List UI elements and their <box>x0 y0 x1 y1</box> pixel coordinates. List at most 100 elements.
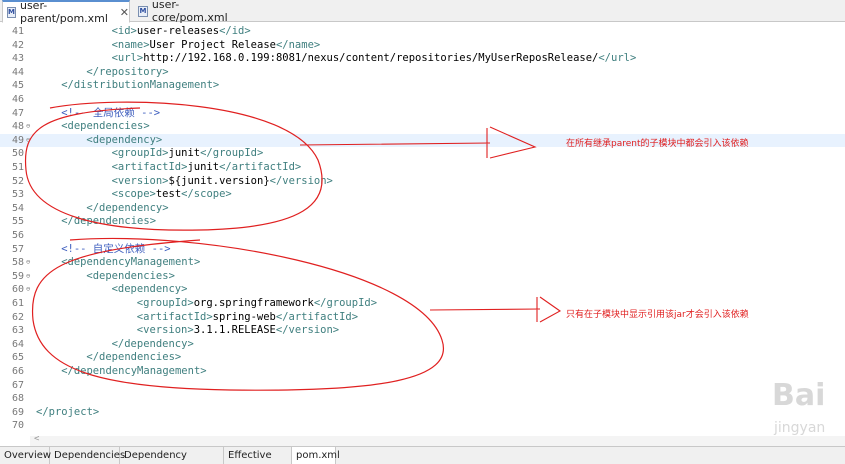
fold-toggle-icon[interactable]: ⊖ <box>26 256 30 270</box>
xml-tag: <groupId> <box>111 147 169 160</box>
code-line[interactable]: 55 </dependencies> <box>0 215 845 229</box>
code-line[interactable]: 59 ⊖ <dependencies> <box>0 270 845 284</box>
line-number: 68 <box>11 393 24 405</box>
code-text: </dependencies> <box>61 215 156 229</box>
code-text: <name>User Project Release</name> <box>112 39 321 53</box>
xml-value: user-releases <box>136 25 220 37</box>
xml-tag: </version> <box>275 324 340 337</box>
code-line[interactable]: 41 <id>user-releases</id> <box>0 25 845 39</box>
baidu-watermark-logo: Bai <box>772 378 826 413</box>
tab-effective-pom[interactable]: Effective POM <box>224 447 292 464</box>
baidu-watermark-text: jingyan <box>774 420 826 436</box>
tab-dependency-hierarchy[interactable]: Dependency Hierarchy <box>120 447 224 464</box>
tab-overview[interactable]: Overview <box>0 447 51 464</box>
code-text: <version>${junit.version}</version> <box>112 175 333 189</box>
line-number: 43 <box>11 53 24 65</box>
annotation-note-global: 在所有继承parent的子模块中都会引入该依赖 <box>566 139 749 149</box>
xml-tag: </dependency> <box>111 337 194 350</box>
xml-value: http://192.168.0.199:8081/nexus/content/… <box>143 52 599 65</box>
code-line[interactable]: 58 ⊖ <dependencyManagement> <box>0 256 845 270</box>
xml-value: 3.1.1.RELEASE <box>193 324 276 337</box>
code-text: <dependencyManagement> <box>61 256 200 270</box>
code-text: </dependency> <box>112 338 194 352</box>
xml-tag: </distributionManagement> <box>61 79 220 92</box>
line-number: 46 <box>11 94 24 105</box>
line-number: 50 <box>11 148 24 160</box>
xml-tag: </url> <box>598 52 637 65</box>
xml-tag: <dependency> <box>111 283 188 296</box>
code-text: <scope>test</scope> <box>112 188 232 202</box>
code-text: </distributionManagement> <box>61 79 219 93</box>
code-line[interactable]: 68 <box>0 392 845 406</box>
line-number: 48 <box>11 121 24 133</box>
code-text: <version>3.1.1.RELEASE</version> <box>137 324 339 338</box>
code-line[interactable]: 50 <groupId>junit</groupId> <box>0 147 845 161</box>
fold-toggle-icon[interactable]: ⊖ <box>26 134 30 148</box>
code-line[interactable]: 65 </dependencies> <box>0 351 845 365</box>
code-line[interactable]: 51 <artifactId>junit</artifactId> <box>0 161 845 175</box>
line-number: 53 <box>11 189 24 201</box>
xml-tag: <dependencyManagement> <box>61 256 201 269</box>
xml-value: spring-web <box>212 310 276 323</box>
code-line[interactable]: 44 </repository> <box>0 66 845 80</box>
line-number: 70 <box>11 420 24 432</box>
code-text: </dependency> <box>86 202 168 216</box>
xml-tag: </project> <box>36 405 100 418</box>
editor-tab-bar: M user-parent/pom.xml ✕ M user-core/pom.… <box>0 0 845 25</box>
close-icon[interactable]: ✕ <box>120 6 129 19</box>
code-line[interactable]: 54 </dependency> <box>0 202 845 216</box>
fold-toggle-icon[interactable]: ⊖ <box>26 120 30 134</box>
scroll-left-icon[interactable]: < <box>34 434 39 444</box>
code-line[interactable]: 46 <box>0 93 845 107</box>
fold-toggle-icon[interactable]: ⊖ <box>26 270 30 284</box>
code-line[interactable]: 70 <box>0 419 845 433</box>
tab-dependencies[interactable]: Dependencies <box>50 447 125 464</box>
tab-pom-xml[interactable]: pom.xml <box>292 447 340 464</box>
line-number: 42 <box>11 39 24 51</box>
code-text: <dependencies> <box>61 120 150 134</box>
xml-tag: <id> <box>111 25 137 37</box>
tab-label: user-core/pom.xml <box>151 0 228 24</box>
xml-editor[interactable]: 41 <id>user-releases</id> 42 <name>User Pro… <box>0 22 845 440</box>
line-number: 49 <box>11 134 24 146</box>
code-line[interactable]: 52 <version>${junit.version}</version> <box>0 175 845 189</box>
code-line[interactable]: 48 ⊖ <dependencies> <box>0 120 845 134</box>
code-line[interactable]: 57 <!-- 自定义依赖 --> <box>0 243 845 257</box>
xml-tag: <dependency> <box>86 133 163 146</box>
line-number: 51 <box>11 162 24 173</box>
line-number: 64 <box>11 338 24 350</box>
fold-toggle-icon[interactable]: ⊖ <box>26 283 30 297</box>
line-number: 65 <box>11 352 24 364</box>
line-number: 63 <box>11 325 24 337</box>
code-text: <dependency> <box>86 134 162 148</box>
xml-tag: </name> <box>275 38 321 51</box>
line-number: 57 <box>11 243 24 255</box>
code-line[interactable]: 43 <url>http://192.168.0.199:8081/nexus/c… <box>0 52 845 66</box>
code-line[interactable]: 69 </project> <box>0 406 845 420</box>
line-number: 59 <box>11 270 24 282</box>
code-text: <!-- 全局依赖 --> <box>61 107 160 121</box>
xml-tag: </version> <box>269 174 333 187</box>
tab-user-parent-pom[interactable]: M user-parent/pom.xml ✕ <box>2 0 130 25</box>
xml-tag: <name> <box>111 38 150 51</box>
code-line[interactable]: 67 <box>0 379 845 393</box>
code-line[interactable]: 60 ⊖ <dependency> <box>0 283 845 297</box>
code-line[interactable]: 63 <version>3.1.1.RELEASE</version> <box>0 324 845 338</box>
code-line[interactable]: 56 <box>0 229 845 243</box>
code-line[interactable]: 64 </dependency> <box>0 338 845 352</box>
code-line[interactable]: 66 </dependencyManagement> <box>0 365 845 379</box>
code-line[interactable]: 45 </distributionManagement> <box>0 79 845 93</box>
code-line[interactable]: 53 <scope>test</scope> <box>0 188 845 202</box>
tab-user-core-pom[interactable]: M user-core/pom.xml <box>134 0 254 24</box>
line-number: 66 <box>11 366 24 377</box>
line-number: 67 <box>11 379 24 391</box>
line-number: 69 <box>11 406 24 418</box>
horizontal-scrollbar[interactable]: < <box>30 434 845 446</box>
xml-value: User Project Release <box>149 38 276 51</box>
line-number: 47 <box>11 107 24 119</box>
xml-value: org.springframework <box>193 297 314 309</box>
code-line[interactable]: 42 <name>User Project Release</name> <box>0 39 845 53</box>
code-text: <url>http://192.168.0.199:8081/nexus/con… <box>112 52 637 66</box>
xml-value: test <box>155 188 182 201</box>
code-line[interactable]: 47 <!-- 全局依赖 --> <box>0 107 845 121</box>
